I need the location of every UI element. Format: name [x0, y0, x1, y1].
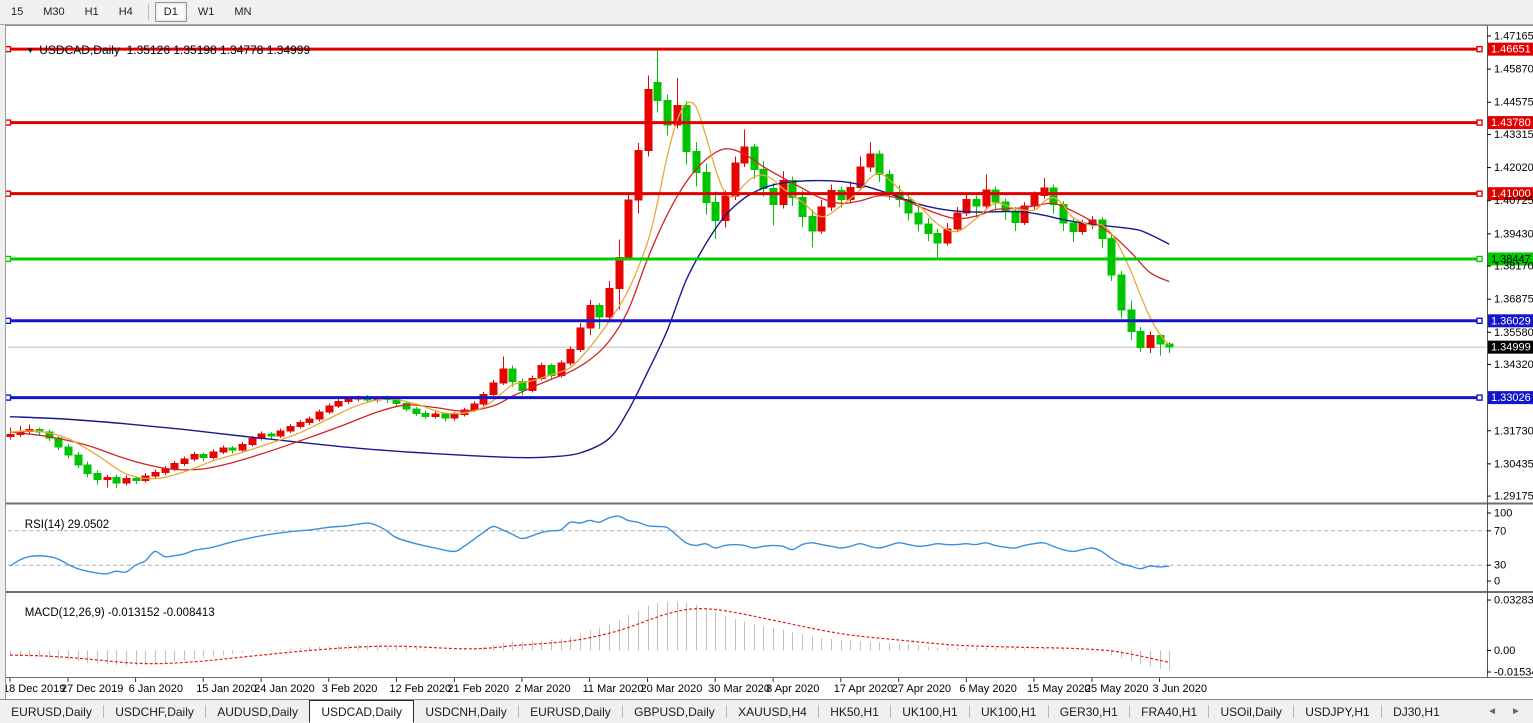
trading-terminal-window: 15M30H1H4D1W1MN 1.466511.437801.410001.3…	[0, 0, 1533, 723]
svg-text:21 Feb 2020: 21 Feb 2020	[447, 683, 509, 695]
svg-text:1.36029: 1.36029	[1491, 315, 1531, 327]
svg-text:-0.015342: -0.015342	[1494, 667, 1533, 679]
svg-text:3 Jun 2020: 3 Jun 2020	[1153, 683, 1207, 695]
svg-text:17 Apr 2020: 17 Apr 2020	[834, 683, 893, 695]
svg-text:1.31730: 1.31730	[1494, 425, 1533, 437]
tab-usdcad-daily[interactable]: USDCAD,Daily	[309, 700, 414, 723]
svg-text:1.43780: 1.43780	[1491, 117, 1531, 129]
svg-text:6 May 2020: 6 May 2020	[959, 683, 1016, 695]
tab-uk100-h1[interactable]: UK100,H1	[891, 700, 969, 723]
resistance-line-2-badge: 1.43780	[1488, 116, 1533, 129]
timeframe-button-h1[interactable]: H1	[76, 2, 108, 22]
support-line-blue-2-badge: 1.33026	[1488, 391, 1533, 404]
svg-text:1.39430: 1.39430	[1494, 228, 1533, 240]
tab-hk50-h1[interactable]: HK50,H1	[819, 700, 890, 723]
tab-usdchf-daily[interactable]: USDCHF,Daily	[104, 700, 205, 723]
svg-text:27 Dec 2019: 27 Dec 2019	[61, 683, 123, 695]
svg-text:1.30435: 1.30435	[1494, 458, 1533, 470]
svg-text:20 Mar 2020: 20 Mar 2020	[641, 683, 703, 695]
svg-text:15 Jan 2020: 15 Jan 2020	[196, 683, 257, 695]
toolbar-separator	[148, 4, 149, 20]
svg-text:1.33026: 1.33026	[1491, 392, 1531, 404]
resistance-line-1-badge: 1.46651	[1488, 43, 1533, 56]
tab-scroll-left-icon[interactable]: ◄	[1487, 706, 1497, 717]
timeframe-toolbar: 15M30H1H4 D1W1MN	[0, 0, 1533, 25]
svg-text:1.29175: 1.29175	[1494, 491, 1533, 503]
chart-background	[0, 25, 1533, 699]
tab-dj30-h1[interactable]: DJ30,H1	[1382, 700, 1451, 723]
svg-text:3 Feb 2020: 3 Feb 2020	[322, 683, 378, 695]
current-price-badge: 1.34999	[1488, 341, 1533, 354]
svg-text:18 Dec 2019: 18 Dec 2019	[3, 683, 65, 695]
svg-text:30: 30	[1494, 560, 1506, 572]
window-left-gutter	[0, 25, 6, 699]
svg-text:11 Mar 2020: 11 Mar 2020	[583, 683, 644, 695]
svg-text:1.43315: 1.43315	[1494, 129, 1533, 141]
tab-nav: ◄►	[1451, 700, 1533, 723]
svg-text:24 Jan 2020: 24 Jan 2020	[254, 683, 315, 695]
tab-xauusd-h4[interactable]: XAUUSD,H4	[727, 700, 818, 723]
svg-text:25 May 2020: 25 May 2020	[1085, 683, 1149, 695]
tab-gbpusd-daily[interactable]: GBPUSD,Daily	[623, 700, 726, 723]
svg-text:1.44575: 1.44575	[1494, 97, 1533, 109]
timeframe-button-mn[interactable]: MN	[225, 2, 260, 22]
svg-text:1.47165: 1.47165	[1494, 31, 1533, 43]
svg-text:15 May 2020: 15 May 2020	[1027, 683, 1091, 695]
svg-text:1.36875: 1.36875	[1494, 294, 1533, 306]
svg-text:1.40725: 1.40725	[1494, 195, 1533, 207]
svg-text:6 Jan 2020: 6 Jan 2020	[129, 683, 183, 695]
svg-text:1.34999: 1.34999	[1491, 342, 1531, 354]
tab-usdcnh-daily[interactable]: USDCNH,Daily	[414, 700, 518, 723]
timeframe-button-h4[interactable]: H4	[110, 2, 142, 22]
timeframe-button-d1[interactable]: D1	[155, 2, 187, 22]
svg-text:1.34320: 1.34320	[1494, 359, 1533, 371]
svg-text:1.35580: 1.35580	[1494, 327, 1533, 339]
tab-scroll-right-icon[interactable]: ►	[1511, 706, 1521, 717]
svg-text:27 Apr 2020: 27 Apr 2020	[892, 683, 951, 695]
svg-text:0: 0	[1494, 576, 1500, 588]
price-chart-canvas[interactable]: 1.466511.437801.410001.384471.360291.330…	[0, 25, 1533, 699]
svg-text:100: 100	[1494, 508, 1512, 520]
svg-text:12 Feb 2020: 12 Feb 2020	[389, 683, 451, 695]
svg-text:2 Mar 2020: 2 Mar 2020	[515, 683, 571, 695]
tab-eurusd-daily[interactable]: EURUSD,Daily	[0, 700, 103, 723]
timeframe-button-15[interactable]: 15	[2, 2, 32, 22]
svg-text:0.032838: 0.032838	[1494, 595, 1533, 607]
tab-ger30-h1[interactable]: GER30,H1	[1049, 700, 1129, 723]
tab-usdjpy-h1[interactable]: USDJPY,H1	[1294, 700, 1381, 723]
price-axis[interactable]: 1.47165 1.45870 1.44575 1.43315 1.42020 1.407…	[1487, 31, 1533, 503]
tab-audusd-daily[interactable]: AUDUSD,Daily	[206, 700, 309, 723]
tab-uk100-h1[interactable]: UK100,H1	[970, 700, 1048, 723]
svg-text:0.00: 0.00	[1494, 645, 1515, 657]
svg-text:1.46651: 1.46651	[1491, 44, 1531, 56]
svg-text:8 Apr 2020: 8 Apr 2020	[766, 683, 819, 695]
svg-text:70: 70	[1494, 525, 1506, 537]
tab-eurusd-daily[interactable]: EURUSD,Daily	[519, 700, 622, 723]
symbol-tab-bar: EURUSD,DailyUSDCHF,DailyAUDUSD,DailyUSDC…	[0, 699, 1533, 723]
tab-fra40-h1[interactable]: FRA40,H1	[1130, 700, 1208, 723]
svg-text:1.42020: 1.42020	[1494, 162, 1533, 174]
svg-text:1.38170: 1.38170	[1494, 261, 1533, 273]
svg-text:30 Mar 2020: 30 Mar 2020	[708, 683, 770, 695]
svg-text:1.45870: 1.45870	[1494, 64, 1533, 76]
tab-usoil-daily[interactable]: USOil,Daily	[1209, 700, 1293, 723]
timeframe-button-w1[interactable]: W1	[189, 2, 224, 22]
support-line-blue-1-badge: 1.36029	[1488, 314, 1533, 327]
timeframe-button-m30[interactable]: M30	[34, 2, 73, 22]
